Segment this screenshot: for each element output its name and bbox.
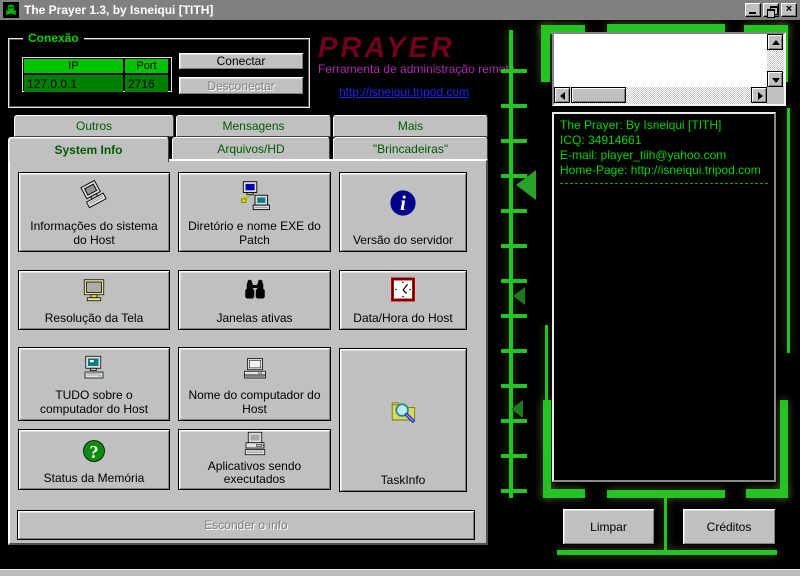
vertical-scrollbar[interactable] [767,34,784,87]
grid-button-label: Status da Memória [40,472,149,489]
info-line: The Prayer: By Isneiqui [TITH] [560,118,768,133]
circuit-bracket [543,489,585,498]
host-computer-name-button[interactable]: Nome do computador do Host [178,347,331,421]
server-version-button[interactable]: i Versão do servidor [339,172,467,252]
grid-button-label: Versão do servidor [349,234,457,251]
circuit-line [787,108,790,353]
tab-arquivos-hd[interactable]: Arquivos/HD [172,137,330,160]
info-circle-icon: i [385,185,421,221]
circuit-triangle [513,287,525,305]
clear-button[interactable]: Limpar [562,508,655,545]
running-apps-button[interactable]: Aplicativos sendo executados [178,429,331,490]
host-datetime-button[interactable]: Data/Hora do Host [339,270,467,330]
screen-resolution-button[interactable]: Resolução da Tela [18,270,170,330]
computer-tilted-icon [76,179,112,215]
app-window: The Prayer 1.3, by Isneiqui [TITH] × Con… [0,0,800,576]
window-bottom-edge [0,569,800,576]
grid-button-label: Nome do computador do Host [179,389,330,420]
running-apps-icon [240,430,270,460]
port-input[interactable]: 2716 [125,75,168,92]
grid-button-label: Janelas ativas [212,312,296,329]
circuit-bracket [780,400,788,498]
minimize-button[interactable] [745,3,761,17]
circuit-stem [664,494,667,551]
folder-search-icon [385,393,421,429]
host-system-info-button[interactable]: Informações do sistema do Host [18,172,170,252]
desktop-computer-icon [79,354,109,384]
horizontal-scrollbar[interactable] [554,87,767,104]
info-line: Home-Page: http://isneiqui.tripod.com [560,163,768,178]
tab-system-info[interactable]: System Info [8,137,169,162]
circuit-bar [607,24,725,32]
tab-control: Outros Mensagens Mais System Info Arquiv… [8,115,488,545]
restore-button[interactable] [763,3,779,17]
svg-text:i: i [400,193,406,215]
tab-mensagens[interactable]: Mensagens [176,115,331,137]
close-button[interactable]: × [781,3,797,17]
active-windows-button[interactable]: Janelas ativas [178,270,331,330]
scrollbar-corner [767,87,784,104]
port-header: Port [125,59,168,73]
question-circle-icon: ? [79,436,109,466]
network-computers-icon [237,179,273,215]
circuit-triangle [516,170,536,200]
clock-icon [388,276,418,306]
scroll-left-button[interactable] [554,87,570,103]
scroll-right-button[interactable] [751,87,767,103]
connect-button[interactable]: Conectar [178,52,304,70]
title-bar: The Prayer 1.3, by Isneiqui [TITH] × [0,0,800,20]
ip-port-table: IP Port 127.0.0.1 2716 [22,57,172,92]
connection-group-label: Conexão [23,31,84,45]
circuit-bracket [541,25,550,82]
tab-brincadeiras[interactable]: "Brincadeiras" [333,137,488,160]
system-info-panel: Informações do sistema do Host Diretório… [8,159,488,545]
grid-button-label: Resolução da Tela [41,312,148,329]
grid-button-label: TUDO sobre o computador do Host [19,389,169,420]
tab-mais[interactable]: Mais [333,115,488,137]
skull-icon [3,2,19,18]
dashed-separator [560,183,768,184]
grid-button-label: Aplicativos sendo executados [179,460,330,491]
grid-button-label: TaskInfo [377,474,430,491]
grid-button-label: Diretório e nome EXE do Patch [179,220,330,251]
circuit-ladder [501,38,527,496]
app-subtitle: Ferramenta de administração remota [318,62,515,76]
circuit-triangle [511,400,523,418]
info-line: E-mail: player_tiih@yahoo.com [560,148,768,163]
homepage-link[interactable]: http://isneiqui.tripod.com [318,85,490,99]
info-terminal: The Prayer: By Isneiqui [TITH] ICQ: 3491… [552,112,776,482]
credits-button[interactable]: Créditos [682,508,776,545]
patch-directory-button[interactable]: Diretório e nome EXE do Patch [178,172,331,252]
info-line: ICQ: 34914661 [560,133,768,148]
memory-status-button[interactable]: ? Status da Memória [18,429,170,490]
circuit-bar [557,550,777,555]
monitor-icon [79,276,109,306]
grid-button-label: Data/Hora do Host [349,312,456,329]
horizontal-scroll-thumb[interactable] [571,87,626,103]
everything-about-host-button[interactable]: TUDO sobre o computador do Host [18,347,170,421]
ip-input[interactable]: 127.0.0.1 [24,75,123,92]
taskinfo-button[interactable]: TaskInfo [339,348,467,492]
svg-text:?: ? [90,442,99,462]
tab-outros[interactable]: Outros [14,115,174,137]
laptop-icon [240,354,270,384]
connection-groupbox: Conexão IP Port 127.0.0.1 2716 Conectar … [8,38,310,108]
app-logo-text: PRAYER [318,32,455,65]
grid-button-label: Informações do sistema do Host [19,220,169,251]
disconnect-button[interactable]: Desconectar [178,76,304,95]
binoculars-icon [240,276,270,306]
window-title: The Prayer 1.3, by Isneiqui [TITH] [24,3,743,17]
circuit-bracket [543,400,551,498]
scroll-up-button[interactable] [767,34,783,50]
output-listbox[interactable] [552,32,786,106]
hide-info-button[interactable]: Esconder o info [17,510,475,540]
ip-header: IP [24,59,123,73]
scroll-down-button[interactable] [767,71,783,87]
